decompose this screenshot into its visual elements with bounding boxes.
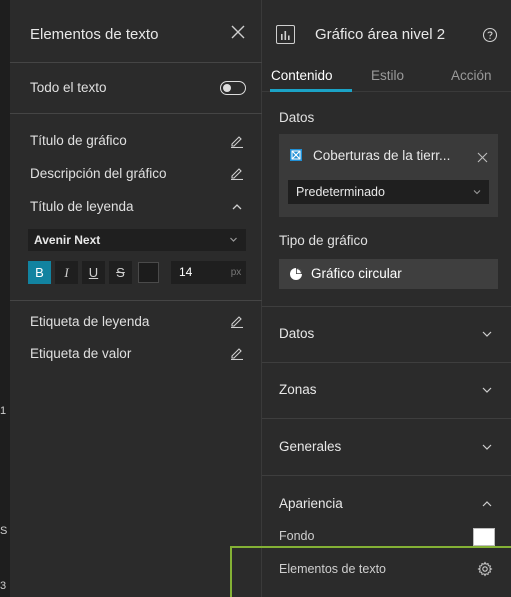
font-size-unit: px	[226, 261, 246, 284]
accordion-zonas[interactable]: Zonas	[262, 374, 511, 404]
section-divider	[262, 475, 511, 476]
chevron-down-icon	[230, 237, 237, 242]
data-source-card: Coberturas de la tierr... Predeterminado	[279, 134, 498, 217]
tab-contenido[interactable]: Contenido	[271, 68, 333, 83]
tab-accion[interactable]: Acción	[451, 68, 492, 83]
accordion-label: Apariencia	[279, 496, 343, 511]
font-size-input[interactable]: 14	[171, 261, 226, 284]
item-label: Título de gráfico	[30, 133, 127, 148]
layer-icon	[289, 148, 303, 162]
tab-estilo[interactable]: Estilo	[371, 68, 404, 83]
all-text-toggle[interactable]	[220, 81, 246, 95]
accordion-datos[interactable]: Datos	[262, 318, 511, 348]
all-text-divider	[10, 113, 262, 114]
underline-button[interactable]: U	[82, 261, 105, 284]
font-family-value: Avenir Next	[34, 233, 101, 247]
accordion-label: Zonas	[279, 382, 317, 397]
font-family-select[interactable]: Avenir Next	[28, 229, 246, 251]
edge-letter-3: 3	[0, 580, 7, 592]
accordion-label: Datos	[279, 326, 315, 341]
active-tab-indicator	[270, 89, 352, 92]
preset-value: Predeterminado	[296, 185, 385, 199]
header-divider	[10, 62, 262, 63]
data-source-name: Coberturas de la tierr...	[313, 148, 451, 163]
data-source-item[interactable]: Coberturas de la tierr...	[289, 146, 489, 168]
edge-letter-1: 1	[0, 405, 7, 417]
chevron-up-icon	[480, 497, 494, 511]
all-text-label: Todo el texto	[30, 80, 107, 95]
section-divider	[262, 362, 511, 363]
accordion-generales[interactable]: Generales	[262, 431, 511, 461]
item-label: Título de leyenda	[30, 199, 134, 214]
background-color-swatch[interactable]	[473, 528, 495, 546]
chart-type-label: Tipo de gráfico	[279, 233, 368, 248]
pie-chart-icon	[289, 267, 303, 281]
chevron-down-icon	[480, 327, 494, 341]
section-divider	[262, 418, 511, 419]
pencil-icon[interactable]	[230, 134, 244, 149]
accordion-label: Generales	[279, 439, 342, 454]
preset-select[interactable]: Predeterminado	[288, 180, 489, 204]
chart-type-button[interactable]: Gráfico circular	[279, 259, 498, 289]
edge-letter-2: S	[0, 525, 8, 537]
close-icon[interactable]	[228, 22, 248, 42]
data-section-label: Datos	[279, 110, 315, 125]
section-divider	[262, 306, 511, 307]
chevron-down-icon	[473, 190, 481, 195]
settings-tabs: Contenido Estilo Acción	[262, 62, 511, 92]
chart-type-value: Gráfico circular	[311, 266, 402, 281]
chevron-up-icon[interactable]	[230, 200, 244, 214]
format-divider	[10, 300, 262, 301]
font-color-swatch[interactable]	[138, 262, 159, 283]
item-label: Etiqueta de valor	[30, 346, 132, 361]
chevron-down-icon	[480, 383, 494, 397]
widget-title: Gráfico área nivel 2	[315, 26, 446, 43]
toggle-knob	[223, 83, 231, 92]
background-label: Fondo	[279, 529, 315, 543]
text-elements-header: Elementos de texto	[10, 0, 262, 62]
chevron-down-icon	[480, 440, 494, 454]
pencil-icon[interactable]	[230, 166, 244, 181]
chart-settings-header: Gráfico área nivel 2	[262, 0, 511, 58]
text-format-toolbar: B I U S 14 px	[28, 261, 246, 284]
pencil-icon[interactable]	[230, 346, 244, 361]
accordion-apariencia[interactable]: Apariencia	[262, 488, 511, 518]
bar-chart-icon	[276, 25, 295, 44]
chart-settings-panel: Gráfico área nivel 2 Contenido Estilo Ac…	[262, 0, 511, 597]
item-label: Etiqueta de leyenda	[30, 314, 150, 329]
left-edge-strip	[0, 0, 10, 597]
pencil-icon[interactable]	[230, 314, 244, 329]
text-elements-panel: 1 S 3 Elementos de texto Todo el texto T…	[0, 0, 262, 597]
item-label: Descripción del gráfico	[30, 166, 167, 181]
strikethrough-button[interactable]: S	[109, 261, 132, 284]
bold-button[interactable]: B	[28, 261, 51, 284]
close-icon[interactable]	[477, 150, 488, 163]
italic-button[interactable]: I	[55, 261, 78, 284]
highlight-box	[230, 546, 511, 597]
help-icon[interactable]	[482, 27, 498, 43]
panel-title: Elementos de texto	[30, 26, 159, 43]
